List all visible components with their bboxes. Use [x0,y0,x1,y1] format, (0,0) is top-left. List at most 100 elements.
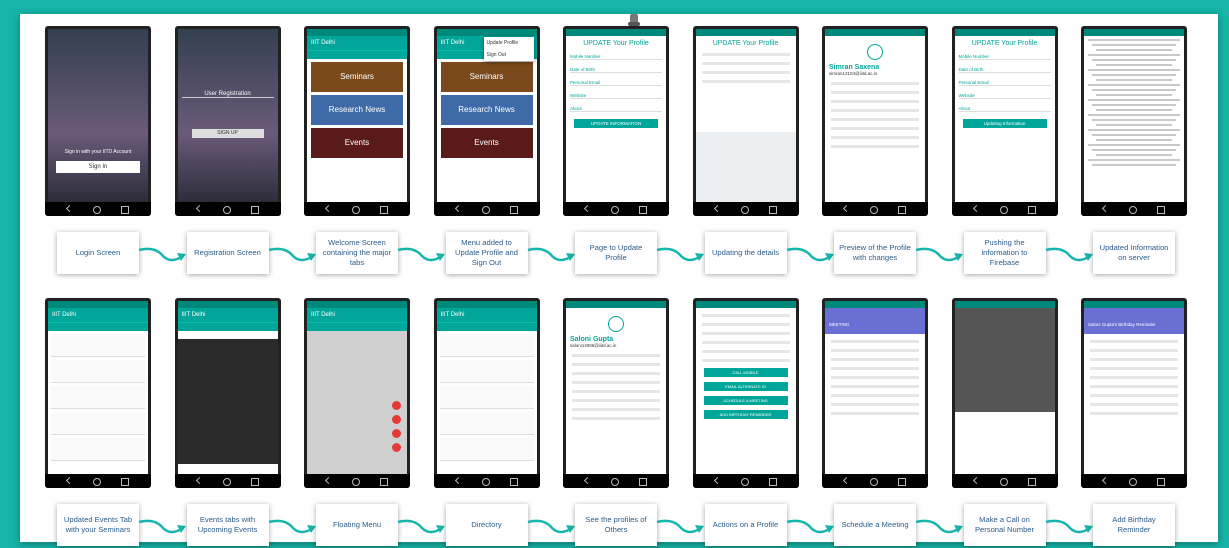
update-button[interactable]: UPDATE INFORMATION [574,119,658,128]
back-icon[interactable] [713,476,721,485]
recents-icon[interactable] [509,206,518,214]
home-icon[interactable] [999,206,1008,214]
feed-card[interactable]: Seminars [311,62,403,92]
form-field[interactable]: Mobile Number [958,54,1051,60]
home-icon[interactable] [93,478,101,486]
signup-button[interactable]: SIGN UP [191,129,264,138]
recents-icon[interactable] [898,206,906,214]
fab-option-button[interactable] [392,415,401,424]
home-icon[interactable] [611,478,619,486]
list-item[interactable] [439,438,534,461]
form-field[interactable]: Website [570,93,662,99]
action-button[interactable]: SCHEDULE A MEETING [703,396,788,405]
tab-strip[interactable] [307,322,407,331]
home-icon[interactable] [481,478,490,486]
tab-strip[interactable] [436,322,537,331]
list-item[interactable] [439,360,534,383]
form-field[interactable]: Mobile Number [570,54,662,60]
recents-icon[interactable] [639,206,647,214]
fab-option-button[interactable] [392,401,401,410]
home-icon[interactable] [481,206,490,214]
home-icon[interactable] [222,478,231,486]
list-item[interactable] [439,334,534,357]
form-field[interactable]: Website [958,93,1051,99]
list-item[interactable] [51,438,145,461]
back-icon[interactable] [195,204,203,213]
recents-icon[interactable] [250,206,259,214]
feed-card[interactable]: Research News [440,95,533,125]
home-icon[interactable] [999,478,1008,486]
feed-card[interactable]: Events [440,128,533,158]
recents-icon[interactable] [250,478,259,486]
home-icon[interactable] [870,206,878,214]
recents-icon[interactable] [768,206,777,214]
recents-icon[interactable] [380,206,388,214]
list-item[interactable] [439,386,534,409]
action-button[interactable]: EMAIL ALTERNATE ID [703,382,788,391]
back-icon[interactable] [972,476,980,485]
fab-option-button[interactable] [392,443,401,452]
home-icon[interactable] [222,206,231,214]
home-icon[interactable] [93,206,101,214]
update-button[interactable]: Updating Information [962,119,1047,128]
list-item[interactable] [51,360,145,383]
back-icon[interactable] [1101,476,1110,485]
home-icon[interactable] [1129,478,1137,486]
back-icon[interactable] [65,476,74,485]
back-icon[interactable] [454,476,462,485]
back-icon[interactable] [972,204,980,213]
back-icon[interactable] [583,476,592,485]
form-field[interactable]: About [958,106,1051,112]
tab-strip[interactable] [307,50,407,59]
form-field[interactable]: Date of Birth [570,67,662,73]
recents-icon[interactable] [121,206,129,214]
home-icon[interactable] [352,206,360,214]
home-icon[interactable] [740,478,749,486]
feed-card[interactable]: Research News [311,95,403,125]
feed-card[interactable]: Events [311,128,403,158]
form-field[interactable]: About [570,106,662,112]
action-button[interactable]: ADD BIRTHDAY REMINDER [703,410,788,419]
recents-icon[interactable] [509,478,518,486]
google-signin-button[interactable]: Sign In [56,161,140,173]
back-icon[interactable] [842,204,851,213]
form-field[interactable]: Date of Birth [958,67,1051,73]
home-icon[interactable] [870,478,878,486]
home-icon[interactable] [352,478,360,486]
list-item[interactable] [439,412,534,435]
back-icon[interactable] [324,476,333,485]
recents-icon[interactable] [1157,478,1165,486]
menu-item[interactable]: Update Profile [484,37,534,49]
recents-icon[interactable] [380,478,388,486]
recents-icon[interactable] [768,478,777,486]
keyboard[interactable] [695,132,796,202]
recents-icon[interactable] [898,478,906,486]
home-icon[interactable] [1129,206,1137,214]
back-icon[interactable] [583,204,592,213]
form-field[interactable]: Personal Email [958,80,1051,86]
list-item[interactable] [51,412,145,435]
feed-card[interactable]: Seminars [440,62,533,92]
form-field[interactable]: Personal Email [570,80,662,86]
tab-strip[interactable] [48,322,148,331]
recents-icon[interactable] [121,478,129,486]
back-icon[interactable] [1101,204,1110,213]
back-icon[interactable] [713,204,721,213]
back-icon[interactable] [324,204,333,213]
back-icon[interactable] [454,204,462,213]
back-icon[interactable] [195,476,203,485]
back-icon[interactable] [842,476,851,485]
menu-item[interactable]: Sign Out [484,49,534,61]
recents-icon[interactable] [1027,206,1036,214]
recents-icon[interactable] [639,478,647,486]
home-icon[interactable] [611,206,619,214]
action-button[interactable]: CALL MOBILE [703,368,788,377]
tab-strip[interactable] [177,322,278,331]
recents-icon[interactable] [1157,206,1165,214]
list-item[interactable] [51,334,145,357]
fab-option-button[interactable] [392,429,401,438]
home-icon[interactable] [740,206,749,214]
list-item[interactable] [51,386,145,409]
recents-icon[interactable] [1027,478,1036,486]
back-icon[interactable] [65,204,74,213]
